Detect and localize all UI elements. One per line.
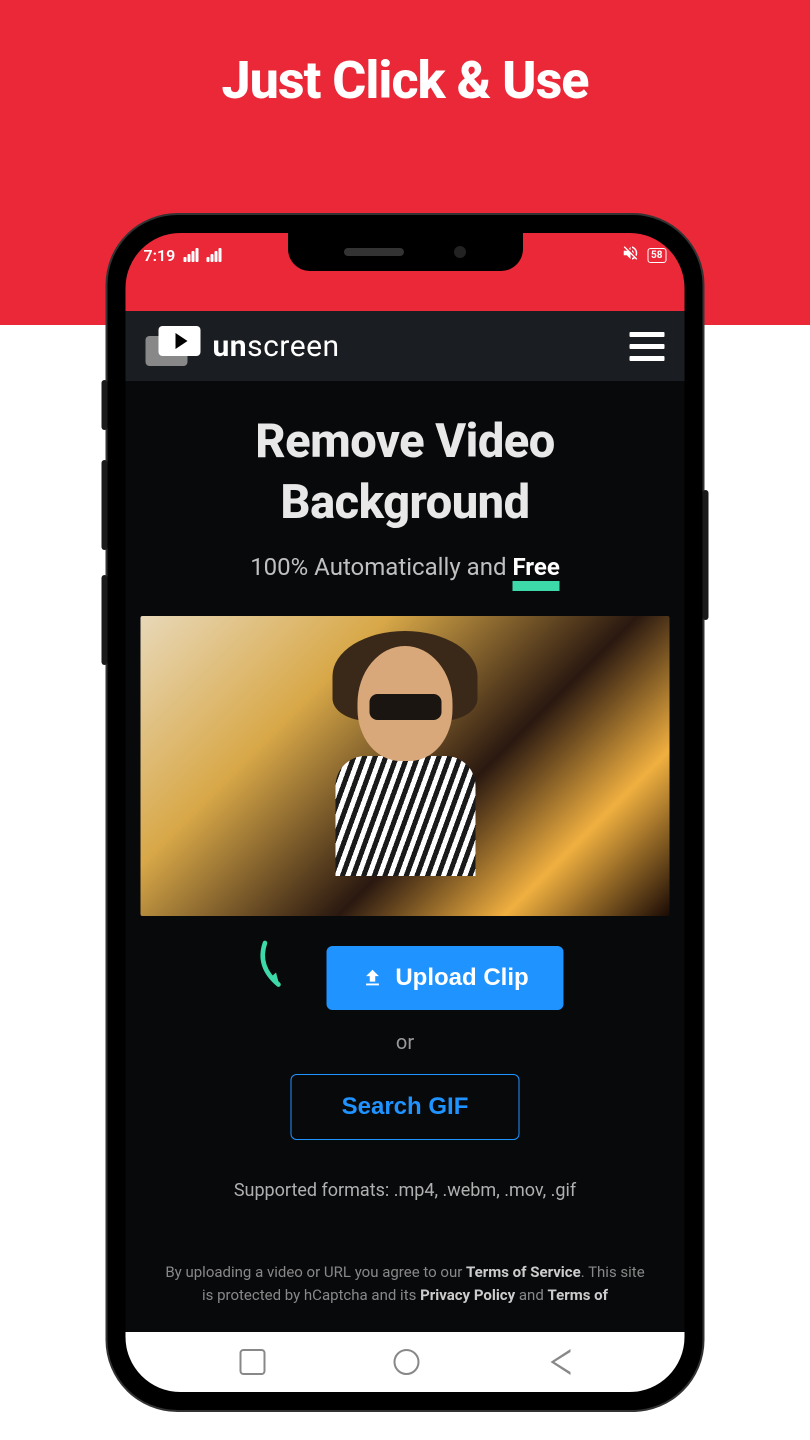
status-left: 7:19 [144, 246, 222, 265]
recent-apps-button[interactable] [240, 1349, 266, 1375]
video-preview-image [141, 616, 670, 916]
phone-notch [288, 233, 523, 271]
upload-icon [361, 967, 383, 989]
mute-icon [621, 244, 639, 266]
red-accent-strip [126, 277, 685, 311]
status-time: 7:19 [144, 246, 176, 265]
or-separator: or [141, 1030, 670, 1054]
brand-logo[interactable]: unscreen [146, 326, 340, 366]
arrow-icon [238, 933, 309, 1013]
terms-of-service-link[interactable]: Terms of Service [466, 1263, 581, 1281]
logo-icon [146, 326, 201, 366]
legal-disclaimer: By uploading a video or URL you agree to… [141, 1261, 670, 1306]
app-header: unscreen [126, 311, 685, 381]
battery-icon: 58 [647, 248, 666, 263]
phone-mockup-frame: 7:19 58 [108, 215, 703, 1410]
android-nav-bar [126, 1332, 685, 1392]
supported-formats-text: Supported formats: .mp4, .webm, .mov, .g… [141, 1180, 670, 1201]
search-gif-button[interactable]: Search GIF [291, 1074, 520, 1140]
page-title: Remove Video Background [141, 411, 670, 533]
free-highlight: Free [512, 553, 559, 581]
terms-link[interactable]: Terms of [548, 1286, 608, 1304]
page-subtitle: 100% Automatically and Free [141, 553, 670, 581]
home-button[interactable] [394, 1349, 420, 1375]
main-content: Remove Video Background 100% Automatical… [126, 381, 685, 1306]
menu-button[interactable] [630, 332, 665, 361]
signal-icon [183, 248, 198, 262]
privacy-policy-link[interactable]: Privacy Policy [420, 1286, 515, 1304]
phone-screen: 7:19 58 [126, 233, 685, 1392]
brand-name: unscreen [213, 329, 340, 364]
phone-power-button [703, 490, 709, 620]
status-right: 58 [621, 244, 666, 266]
phone-volume-down [102, 575, 108, 665]
speaker-icon [344, 248, 404, 256]
signal-icon [206, 248, 221, 262]
phone-side-button [102, 380, 108, 430]
camera-icon [454, 246, 466, 258]
phone-volume-up [102, 460, 108, 550]
back-button[interactable] [548, 1349, 570, 1375]
upload-action-row: Upload Clip [141, 946, 670, 1010]
upload-clip-button[interactable]: Upload Clip [326, 946, 563, 1010]
